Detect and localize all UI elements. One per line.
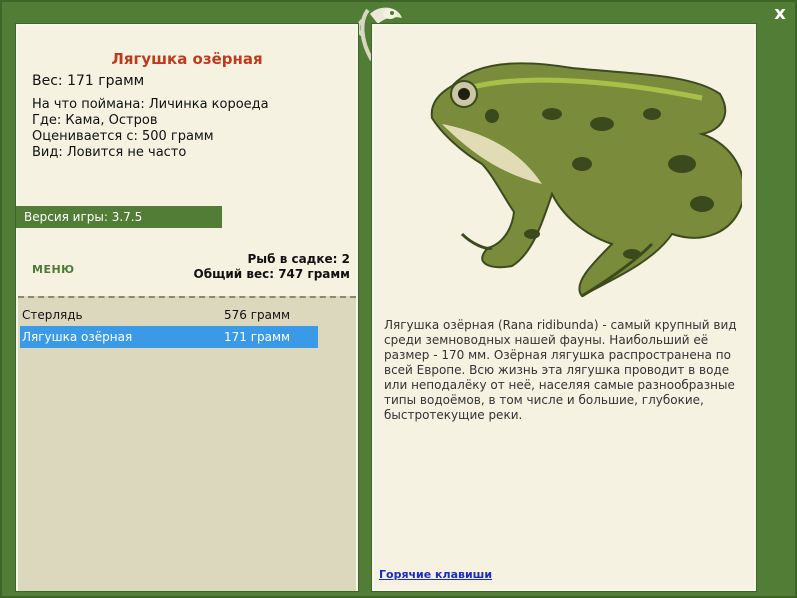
fish-place: Где: Кама, Остров (32, 113, 158, 128)
list-item-name: Стерлядь (22, 308, 83, 322)
list-item-weight: 576 грамм (224, 308, 291, 322)
menu-button[interactable]: МЕНЮ (32, 263, 75, 276)
close-icon[interactable]: x (774, 3, 786, 24)
total-weight: Общий вес: 747 грамм (193, 267, 350, 281)
game-window: x Лягушка озёрная Вес: 171 грамм На что … (0, 0, 797, 598)
list-item[interactable]: Стерлядь 576 грамм (20, 304, 318, 326)
list-item-weight: 171 грамм (224, 330, 291, 344)
fish-rarity: Вид: Ловится не часто (32, 145, 187, 160)
fish-bait: На что поймана: Личинка короеда (32, 97, 269, 112)
description-panel: Лягушка озёрная (Rana ridibunda) - самый… (371, 23, 757, 592)
version-label: Версия игры: 3.7.5 (24, 210, 143, 224)
fish-info-panel: Лягушка озёрная Вес: 171 грамм На что по… (15, 23, 359, 592)
fish-count: Рыб в садке: 2 (247, 252, 351, 266)
fish-weight: Вес: 171 грамм (32, 73, 145, 89)
frog-photo (430, 62, 742, 298)
fish-title: Лягушка озёрная (111, 50, 263, 68)
fish-valued: Оценивается с: 500 грамм (32, 129, 214, 144)
list-item-selected[interactable]: Лягушка озёрная 171 грамм (20, 326, 318, 348)
list-item-name: Лягушка озёрная (22, 330, 133, 344)
hotkeys-link[interactable]: Горячие клавиши (379, 568, 492, 581)
fish-description: Лягушка озёрная (Rana ridibunda) - самый… (384, 318, 737, 422)
keepnet-stats: Рыб в садке: 2 Общий вес: 747 грамм (194, 252, 350, 282)
close-button[interactable]: x (770, 4, 790, 24)
version-bar: Версия игры: 3.7.5 (16, 206, 222, 228)
catch-list: Стерлядь 576 грамм Лягушка озёрная 171 г… (18, 296, 356, 591)
